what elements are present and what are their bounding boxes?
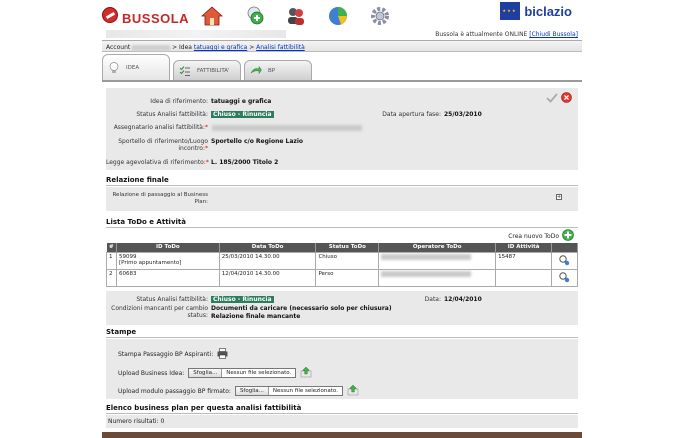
- breadcrumb-account[interactable]: Account: [106, 44, 130, 51]
- checklist-icon: [179, 65, 191, 77]
- blurred-assegnatario: [212, 125, 362, 131]
- blurred-operatore: [381, 270, 472, 277]
- summary-data-label: Data:: [424, 296, 441, 303]
- status-badge: Chiuso - Rinuncia: [211, 111, 274, 118]
- stampa-label: Stampa Passaggio BP Aspiranti:: [118, 351, 214, 358]
- edit-check-icon[interactable]: [546, 93, 558, 105]
- idea-label: Idea di riferimento:: [150, 98, 208, 105]
- arrow-right-icon: [250, 65, 262, 77]
- close-icon[interactable]: [561, 92, 572, 105]
- info-panel: Idea di riferimento: tatuaggi e grafica …: [106, 88, 578, 170]
- tab-idea[interactable]: IDEA: [102, 54, 170, 80]
- top-nav: [200, 4, 410, 28]
- col-id-todo: ID ToDo: [116, 243, 220, 252]
- elenco-panel: Numero risultati: 0: [106, 415, 578, 428]
- breadcrumb-idea: Idea: [179, 44, 192, 51]
- apertura-value: 25/03/2010: [444, 111, 482, 118]
- col-id-attivita: ID Attività: [495, 243, 552, 252]
- tab-fattibilita[interactable]: FATTIBILITA': [173, 60, 241, 80]
- elenco-title: Elenco business plan per questa analisi …: [106, 404, 302, 412]
- blurred-user-info: [106, 30, 286, 38]
- upload-idea-label: Upload Business Idea:: [118, 369, 185, 377]
- breadcrumb-idea-link[interactable]: tatuaggi e grafica: [194, 44, 247, 51]
- upload-idea-input[interactable]: Sfoglia... Nessun file selezionato.: [188, 368, 297, 378]
- stampe-title: Stampe: [106, 328, 137, 336]
- compass-icon: [102, 7, 118, 23]
- relazione-panel: Relazione di passaggio al Business Plan:…: [106, 187, 578, 211]
- pie-chart-icon[interactable]: [326, 4, 350, 28]
- biclazio-logo: biclazio: [500, 2, 572, 20]
- blurred-account-name: [132, 44, 171, 51]
- create-todo-button[interactable]: Crea nuovo ToDo: [508, 229, 574, 243]
- tab-bar: IDEA FATTIBILITA' BP: [102, 54, 582, 82]
- upload-bp-icon[interactable]: [347, 384, 359, 398]
- users-icon[interactable]: [284, 4, 308, 28]
- status-label: Status Analisi fattibilità:: [136, 111, 208, 118]
- table-row: 2 60683 12/04/2010 14.30.00 Perso: [106, 268, 579, 287]
- idea-value: tatuaggi e grafica: [211, 98, 272, 105]
- todo-title: Lista ToDo e Attività: [106, 218, 186, 226]
- legge-value: L. 185/2000 Titolo 2: [211, 159, 279, 166]
- footer-bar: [102, 432, 582, 438]
- col-operatore-todo: Operatore ToDo: [378, 243, 497, 252]
- eu-flag-icon: [500, 2, 521, 20]
- gear-icon[interactable]: [368, 4, 392, 28]
- plus-circle-icon: [562, 229, 574, 243]
- condizioni-value-2: Relazione finale mancante: [211, 313, 301, 320]
- upload-bp-input[interactable]: Sfoglia... Nessun file selezionato.: [234, 386, 343, 396]
- sportello-label: Sportello di riferimento/Luogo incontro:…: [118, 138, 208, 152]
- condizioni-value-1: Documenti da caricare (necessario solo p…: [211, 305, 392, 312]
- add-icon[interactable]: [242, 4, 266, 28]
- breadcrumb-current[interactable]: Analisi fattibilità: [256, 44, 305, 51]
- col-actions: [551, 243, 579, 252]
- tab-bp[interactable]: BP: [244, 60, 312, 80]
- summary-status-badge: Chiuso - Rinuncia: [211, 296, 274, 303]
- blurred-operatore: [381, 253, 472, 260]
- logo-text: BUSSOLA: [122, 10, 190, 26]
- summary-status-label: Status Analisi fattibilità:: [136, 296, 208, 303]
- summary-panel: Status Analisi fattibilità: Chiuso - Rin…: [106, 291, 578, 325]
- printer-icon[interactable]: [217, 348, 228, 361]
- summary-data-value: 12/04/2010: [444, 296, 482, 303]
- close-bussola-link[interactable]: [Chiudi Bussola]: [529, 31, 578, 38]
- expand-icon[interactable]: +: [556, 194, 562, 200]
- home-icon[interactable]: [200, 4, 224, 28]
- col-num: #: [106, 243, 117, 252]
- page: BUSSOLA biclazio Bussola è: [102, 0, 582, 438]
- todo-table: # ID ToDo Data ToDo Status ToDo Operator…: [106, 243, 579, 287]
- upload-idea-icon[interactable]: [300, 366, 312, 380]
- bussola-logo[interactable]: BUSSOLA: [102, 4, 189, 26]
- passaggio-label: Relazione di passaggio al Business Plan:: [112, 192, 208, 205]
- breadcrumb: Account > Idea tatuaggi e grafica > Anal…: [102, 40, 582, 52]
- view-todo-icon[interactable]: [550, 268, 579, 287]
- result-count: Numero risultati: 0: [108, 418, 165, 425]
- assegnatario-label: Assegnatario analisi fattibilità:*: [113, 124, 208, 131]
- view-todo-icon[interactable]: [550, 251, 579, 270]
- header: BUSSOLA biclazio Bussola è: [102, 0, 582, 40]
- col-status-todo: Status ToDo: [315, 243, 380, 252]
- relazione-title: Relazione finale: [106, 176, 169, 184]
- brand-text: biclazio: [524, 3, 572, 19]
- col-data-todo: Data ToDo: [219, 243, 317, 252]
- upload-bp-label: Upload modulo passaggio BP firmato:: [118, 387, 231, 395]
- table-row: 1 59099 [Primo appuntamento] 25/03/2010 1…: [106, 251, 579, 270]
- legge-label: Legge agevolativa di riferimento:*: [106, 159, 209, 166]
- condizioni-label: Condizioni mancanti per cambio status:: [111, 305, 208, 319]
- lightbulb-icon: [108, 61, 120, 74]
- online-status: Bussola è attualmente ONLINE [Chiudi Bus…: [435, 31, 578, 38]
- apertura-label: Data apertura fase:: [382, 111, 441, 118]
- stampe-panel: Stampa Passaggio BP Aspiranti: Upload Bu…: [106, 339, 578, 399]
- sportello-value: Sportello c/o Regione Lazio: [211, 138, 304, 145]
